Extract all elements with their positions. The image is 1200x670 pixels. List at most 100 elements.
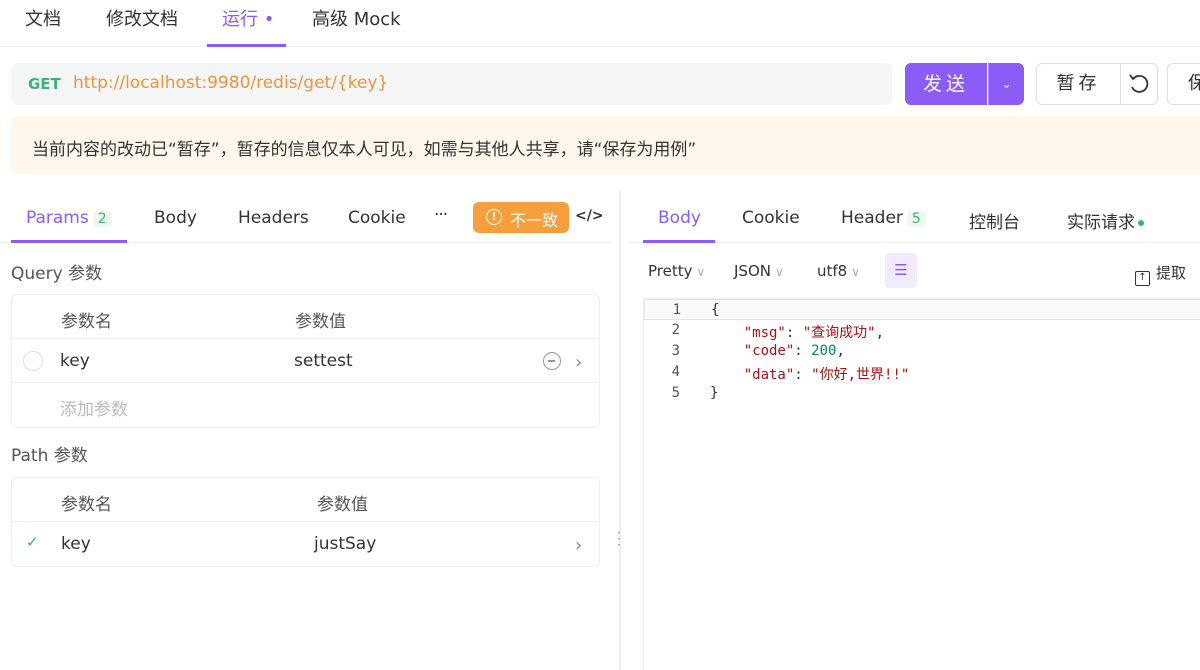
format-value: Pretty <box>648 262 693 280</box>
path-params-table: 参数名 参数值 ✓ key justSay › <box>11 477 600 567</box>
stash-button[interactable]: 暂存 <box>1036 63 1121 105</box>
code-line: 3 "code": 200, <box>644 341 1200 362</box>
query-params-table: 参数名 参数值 key settest › 添加参数 <box>11 294 600 428</box>
chevron-down-icon: ∨ <box>696 265 706 279</box>
save-button[interactable]: 保 <box>1167 63 1200 105</box>
code-line: 1 { <box>644 299 1200 320</box>
code-text: } <box>710 385 719 401</box>
mismatch-label: 不一致 <box>510 211 559 230</box>
json-key: "code" <box>743 343 795 359</box>
tab-run[interactable]: 运行 • <box>222 5 274 31</box>
table-header-row: 参数名 参数值 <box>12 478 599 522</box>
json-comma: , <box>836 343 845 359</box>
chevron-right-icon[interactable]: › <box>575 535 582 556</box>
response-toolbar: Pretty ∨ JSON ∨ utf8 ∨ ☰ ↑ 提取 <box>643 253 1200 289</box>
tab-docs[interactable]: 文档 <box>25 5 61 31</box>
more-icon[interactable]: ··· <box>434 205 448 225</box>
line-number: 4 <box>671 364 680 380</box>
json-comma: , <box>875 325 885 341</box>
tab-edit-docs[interactable]: 修改文档 <box>106 5 178 31</box>
col-param-value: 参数值 <box>295 312 346 332</box>
code-line: 5 } <box>644 383 1200 404</box>
code-line: 4 "data": "你好,世界!!" <box>644 362 1200 383</box>
params-count-badge: 2 <box>92 211 112 227</box>
table-row[interactable]: key settest › <box>12 339 599 383</box>
wrap-lines-icon[interactable]: ☰ <box>885 253 917 288</box>
remove-param-icon[interactable] <box>543 352 561 370</box>
panel-divider[interactable] <box>619 190 621 670</box>
encoding-dropdown[interactable]: utf8 ∨ <box>817 262 860 280</box>
header-count-badge: 5 <box>906 211 926 227</box>
json-string: "查询成功" <box>802 325 876 341</box>
tab-header-label: Header <box>841 208 903 228</box>
col-param-name: 参数名 <box>61 495 112 515</box>
query-params-title: Query 参数 <box>11 264 103 284</box>
type-value: JSON <box>734 262 771 280</box>
line-number: 5 <box>671 385 680 401</box>
check-icon[interactable]: ✓ <box>26 533 39 551</box>
json-number: 200 <box>811 343 837 359</box>
tab-advanced-mock[interactable]: 高级 Mock <box>312 5 401 31</box>
tab-response-header[interactable]: Header 5 <box>841 208 926 228</box>
table-row[interactable]: ✓ key justSay › <box>12 522 599 566</box>
param-value[interactable]: settest <box>294 351 353 371</box>
line-number: 2 <box>671 322 680 338</box>
line-number: 3 <box>671 343 680 359</box>
url-input[interactable]: http://localhost:9980/redis/get/{key} <box>73 73 388 93</box>
notice-text: 当前内容的改动已“暂存”，暂存的信息仅本人可见，如需与其他人共享，请“保存为用例… <box>32 140 697 160</box>
json-string: "你好,世界!!" <box>811 367 910 383</box>
top-tab-bar: 文档 修改文档 运行 • 高级 Mock <box>0 0 1200 47</box>
send-options-chevron-icon[interactable]: ⌄ <box>988 63 1024 105</box>
table-header-row: 参数名 参数值 <box>12 295 599 339</box>
encoding-value: utf8 <box>817 262 848 280</box>
stash-notice: 当前内容的改动已“暂存”，暂存的信息仅本人可见，如需与其他人共享，请“保存为用例… <box>11 116 1200 174</box>
undo-icon <box>1129 74 1149 93</box>
active-body-indicator <box>643 240 715 243</box>
tab-response-cookie[interactable]: Cookie <box>742 208 800 228</box>
add-param-row[interactable]: 添加参数 <box>12 383 599 427</box>
code-text: "data": "你好,世界!!" <box>743 367 910 383</box>
tab-params-label: Params <box>26 208 89 228</box>
extract-icon: ↑ <box>1135 271 1150 286</box>
param-value[interactable]: justSay <box>314 534 376 554</box>
col-param-value: 参数值 <box>317 495 368 515</box>
tab-console[interactable]: 控制台 <box>969 208 1020 233</box>
chevron-down-icon: ∨ <box>774 265 784 279</box>
active-tab-indicator <box>207 44 286 47</box>
tab-params[interactable]: Params 2 <box>26 208 112 228</box>
tab-body[interactable]: Body <box>154 208 197 228</box>
code-text: { <box>711 302 720 318</box>
method-badge[interactable]: GET <box>28 75 61 93</box>
code-line: 2 "msg": "查询成功", <box>644 320 1200 341</box>
json-key: "data" <box>743 367 795 383</box>
reset-button[interactable] <box>1120 63 1158 105</box>
tab-headers[interactable]: Headers <box>238 208 309 228</box>
extract-button[interactable]: ↑ 提取 <box>1135 262 1186 286</box>
param-name[interactable]: key <box>60 351 90 371</box>
drag-handle-icon[interactable]: · · · <box>616 527 622 551</box>
send-button[interactable]: 发送 <box>905 63 987 105</box>
warning-icon: ! <box>486 209 502 225</box>
extract-label: 提取 <box>1156 264 1187 282</box>
json-key: "msg" <box>743 325 786 341</box>
param-enable-checkbox[interactable] <box>23 351 43 371</box>
response-body-viewer[interactable]: 1 { 2 "msg": "查询成功", 3 "code": 200, 4 "d… <box>643 298 1200 670</box>
add-param-placeholder[interactable]: 添加参数 <box>60 395 128 420</box>
line-number: 1 <box>672 302 681 318</box>
mismatch-button[interactable]: ! 不一致 <box>473 202 569 233</box>
type-dropdown[interactable]: JSON ∨ <box>734 262 784 280</box>
code-text: "code": 200, <box>743 343 845 359</box>
tab-cookies[interactable]: Cookie <box>348 208 408 228</box>
param-name[interactable]: key <box>61 534 91 554</box>
tab-actual-label: 实际请求 <box>1067 213 1135 233</box>
chevron-right-icon[interactable]: › <box>575 352 582 373</box>
tab-actual-request[interactable]: 实际请求 <box>1067 208 1144 233</box>
response-tab-bar: Body Cookie Header 5 控制台 实际请求 <box>628 190 1200 243</box>
tab-response-body[interactable]: Body <box>658 208 701 228</box>
format-dropdown[interactable]: Pretty ∨ <box>648 262 705 280</box>
active-params-indicator <box>11 240 127 243</box>
url-bar[interactable]: GET http://localhost:9980/redis/get/{key… <box>11 63 892 105</box>
code-text: "msg": "查询成功", <box>743 325 885 341</box>
status-dot-icon <box>1138 220 1144 226</box>
code-icon[interactable]: </> <box>575 208 604 224</box>
